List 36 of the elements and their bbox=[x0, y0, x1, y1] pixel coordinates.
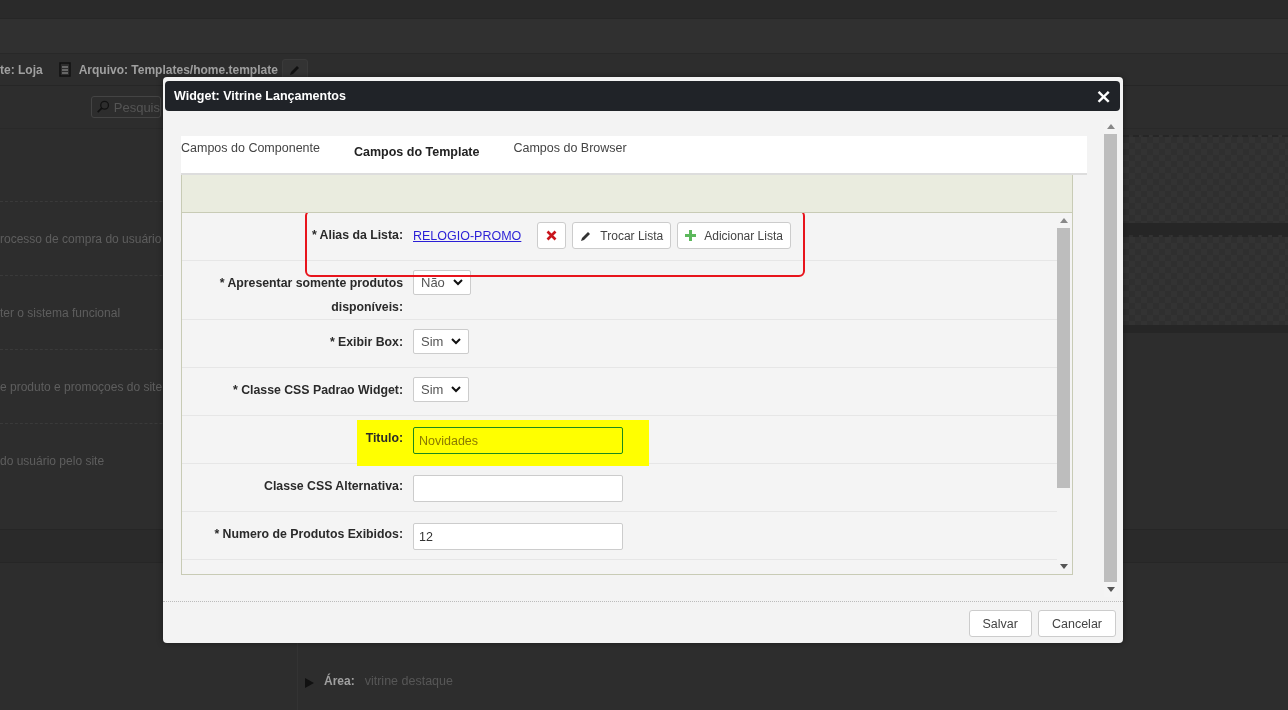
field-label: * Numero de Produtos Exibidos: bbox=[213, 526, 404, 543]
change-list-button[interactable]: Trocar Lista bbox=[572, 222, 672, 249]
expand-triangle-icon[interactable] bbox=[305, 678, 314, 688]
file-path: Arquivo: Templates/home.template bbox=[78, 62, 278, 77]
tab[interactable]: Campos do Template bbox=[354, 136, 480, 159]
list-link[interactable]: RELOGIO-PROMO bbox=[413, 224, 522, 248]
field-label: Titulo: bbox=[364, 430, 404, 447]
field-label: * Alias da Lista: bbox=[310, 227, 404, 244]
dropdown[interactable]: Sim bbox=[413, 329, 470, 354]
dialog-button[interactable]: Cancelar bbox=[1037, 610, 1116, 637]
text-field[interactable]: Novidades bbox=[413, 427, 623, 454]
text-field[interactable] bbox=[413, 475, 623, 502]
chevron-down-icon bbox=[451, 386, 462, 393]
site-label: te: Loja bbox=[0, 62, 43, 77]
chevron-down-icon bbox=[452, 279, 463, 286]
dialog-title: Widget: Vitrine Lançamentos bbox=[174, 89, 346, 103]
search-icon bbox=[96, 99, 110, 115]
field-label: * Exibir Box: bbox=[328, 334, 404, 351]
dialog-button[interactable]: Salvar bbox=[968, 610, 1032, 637]
tab[interactable]: Campos do Browser bbox=[513, 136, 627, 155]
plus-icon bbox=[685, 230, 697, 241]
field-label: * Apresentar somente produtos disponíveis: bbox=[218, 275, 404, 316]
text-field[interactable]: 12 bbox=[413, 523, 623, 550]
field-label: Classe CSS Alternativa: bbox=[263, 478, 404, 495]
dropdown[interactable]: Sim bbox=[413, 377, 470, 402]
close-icon bbox=[546, 230, 558, 241]
pencil-icon bbox=[580, 229, 593, 242]
document-icon bbox=[58, 62, 71, 77]
field-label: * Classe CSS Padrao Widget: bbox=[231, 382, 404, 399]
remove-button[interactable] bbox=[537, 222, 567, 249]
tab[interactable]: Campos do Componente bbox=[181, 136, 320, 155]
add-list-button[interactable]: Adicionar Lista bbox=[677, 222, 791, 249]
dropdown[interactable]: Não bbox=[413, 270, 471, 295]
chevron-down-icon bbox=[451, 338, 462, 345]
area-label: Área: bbox=[324, 674, 355, 688]
close-button[interactable]: × bbox=[1095, 86, 1112, 106]
